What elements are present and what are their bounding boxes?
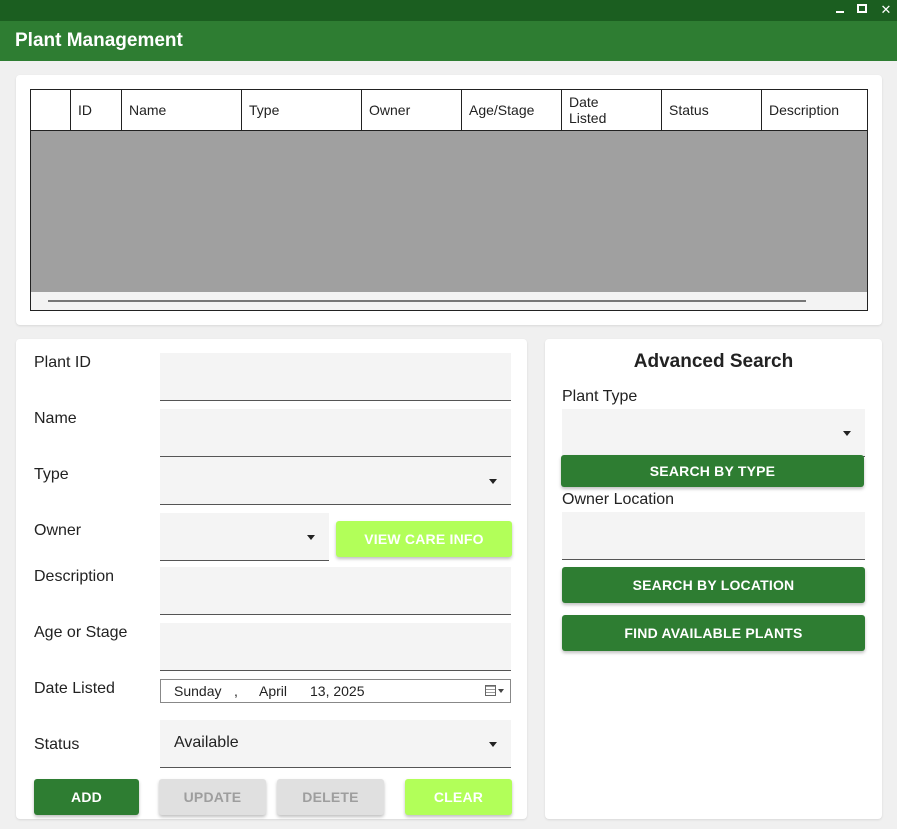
type-label: Type [34,466,69,483]
view-care-info-button[interactable]: VIEW CARE INFO [336,521,512,557]
calendar-icon[interactable] [485,685,496,696]
search-by-location-button[interactable]: SEARCH BY LOCATION [562,567,865,603]
age-stage-field[interactable] [160,623,511,671]
plant-id-field[interactable] [160,353,511,401]
column-header-type[interactable]: Type [242,90,362,130]
chevron-down-icon[interactable] [498,689,504,693]
add-button[interactable]: ADD [34,779,139,815]
plant-id-label: Plant ID [34,354,91,371]
app-header: Plant Management [0,21,897,61]
owner-location-field[interactable] [562,512,865,560]
age-stage-label: Age or Stage [34,624,128,641]
date-weekday[interactable]: Sunday [174,683,221,699]
owner-select[interactable] [160,513,329,561]
find-available-plants-button[interactable]: FIND AVAILABLE PLANTS [562,615,865,651]
date-day-year[interactable]: 13, 2025 [310,683,365,699]
chevron-down-icon [843,431,851,436]
minimize-icon[interactable] [830,1,850,19]
status-select[interactable]: Available [160,720,511,768]
plant-type-label: Plant Type [562,388,638,405]
window-titlebar: ✕ [0,0,897,21]
horizontal-scrollbar[interactable] [31,292,867,310]
plant-form-card: Plant ID Name Type Owner VIEW CARE INFO … [16,339,527,819]
delete-button[interactable]: DELETE [277,779,384,815]
column-header-age-stage[interactable]: Age/Stage [462,90,562,130]
search-by-type-button[interactable]: SEARCH BY TYPE [561,455,864,487]
column-header-id[interactable]: ID [71,90,122,130]
date-separator: , [234,683,238,699]
plant-type-select[interactable] [562,409,865,457]
column-header-description[interactable]: Description [762,90,867,130]
status-label: Status [34,736,80,753]
date-listed-picker[interactable]: Sunday , April 13, 2025 [160,679,511,703]
scrollbar-thumb[interactable] [48,300,806,302]
close-icon[interactable]: ✕ [876,1,896,19]
description-field[interactable] [160,567,511,615]
date-listed-label: Date Listed [34,680,115,697]
name-field[interactable] [160,409,511,457]
update-button[interactable]: UPDATE [159,779,266,815]
column-header-owner[interactable]: Owner [362,90,462,130]
plants-table-card: ID Name Type Owner Age/Stage Date Listed… [16,75,882,325]
type-select[interactable] [160,457,511,505]
clear-button[interactable]: CLEAR [405,779,512,815]
date-month[interactable]: April [259,683,287,699]
plants-table[interactable]: ID Name Type Owner Age/Stage Date Listed… [30,89,868,311]
name-label: Name [34,410,77,427]
advanced-search-card: Advanced Search Plant Type SEARCH BY TYP… [545,339,882,819]
owner-location-label: Owner Location [562,491,675,508]
owner-label: Owner [34,522,82,539]
description-label: Description [34,568,115,585]
maximize-icon[interactable] [852,1,872,19]
column-header-name[interactable]: Name [122,90,242,130]
status-value: Available [174,734,239,751]
advanced-search-title: Advanced Search [633,351,794,372]
page-title: Plant Management [15,30,183,51]
chevron-down-icon [489,742,497,747]
column-header-status[interactable]: Status [662,90,762,130]
column-header-selector[interactable] [31,90,71,130]
chevron-down-icon [307,535,315,540]
chevron-down-icon [489,479,497,484]
column-header-date-listed[interactable]: Date Listed [562,90,662,130]
table-header: ID Name Type Owner Age/Stage Date Listed… [31,90,867,131]
